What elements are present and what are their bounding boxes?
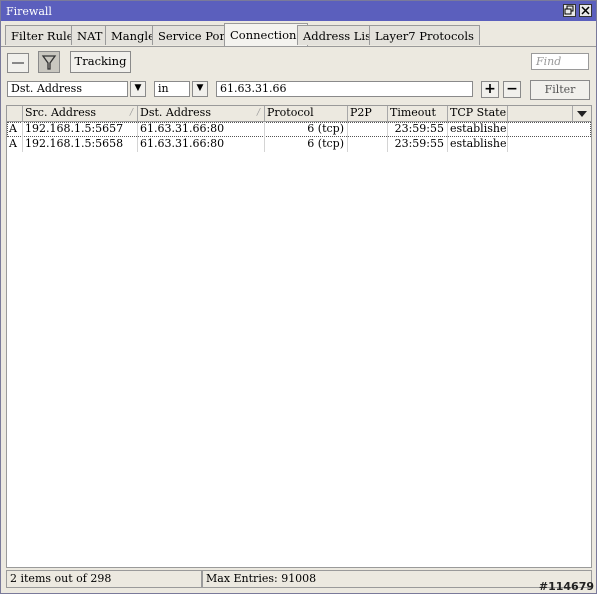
filter-button[interactable]: Filter [530, 80, 590, 100]
row-tcp-state: established [450, 137, 508, 152]
restore-button[interactable] [563, 4, 576, 17]
row-timeout: 23:59:55 [388, 122, 448, 137]
watermark-id: #114679 [538, 580, 594, 593]
chevron-down-icon: ▼ [196, 83, 204, 93]
row-src-address: 192.168.1.5:5658 [23, 137, 138, 152]
tracking-button[interactable]: Tracking [70, 51, 131, 73]
filter-operator-select[interactable]: in [154, 81, 190, 97]
toolbar: Tracking [1, 46, 596, 79]
window-title: Firewall [6, 5, 52, 18]
minimize-panel-button[interactable] [7, 53, 29, 73]
row-flag: A [7, 122, 23, 137]
column-spacer [508, 106, 573, 121]
row-tcp-state: established [450, 122, 508, 137]
item-count: 2 items out of 298 [6, 570, 202, 588]
row-protocol: 6 (tcp) [265, 137, 348, 152]
status-bar: 2 items out of 298 Max Entries: 91008 [6, 570, 592, 588]
chevron-down-icon [577, 111, 587, 117]
add-condition-button[interactable]: + [481, 81, 499, 98]
column-src-address[interactable]: Src. Address / [23, 106, 138, 121]
column-protocol[interactable]: Protocol [265, 106, 348, 121]
row-dst-address: 61.63.31.66:80 [138, 137, 265, 152]
row-protocol: 6 (tcp) [265, 122, 348, 137]
restore-icon [564, 5, 574, 15]
filter-field-dropdown[interactable]: ▼ [130, 81, 146, 97]
max-entries: Max Entries: 91008 [202, 570, 592, 588]
column-chooser-button[interactable] [573, 106, 591, 121]
column-timeout[interactable]: Timeout [388, 106, 448, 121]
row-flag: A [7, 137, 23, 152]
tab-connections[interactable]: Connections [224, 23, 309, 46]
row-src-address: 192.168.1.5:5657 [23, 122, 138, 137]
column-dst-address[interactable]: Dst. Address / [138, 106, 265, 121]
find-input[interactable]: Find [531, 53, 589, 70]
remove-condition-button[interactable]: − [503, 81, 521, 98]
filter-field-select[interactable]: Dst. Address [7, 81, 128, 97]
filter-operator-dropdown[interactable]: ▼ [192, 81, 208, 97]
firewall-window: Firewall Filter Rules NAT Mangle Service… [0, 0, 597, 594]
tab-layer7-protocols[interactable]: Layer7 Protocols [369, 25, 480, 45]
close-icon [581, 6, 590, 15]
sort-icon: / [129, 108, 133, 118]
table-row[interactable]: A 192.168.1.5:5657 61.63.31.66:80 6 (tcp… [7, 122, 591, 137]
close-button[interactable] [579, 4, 592, 17]
filter-value-input[interactable]: 61.63.31.66 [216, 81, 473, 97]
flag-column-header[interactable] [7, 106, 23, 121]
tab-nat[interactable]: NAT [71, 25, 109, 45]
row-p2p [348, 122, 388, 137]
filter-row: Dst. Address ▼ in ▼ 61.63.31.66 + − Filt… [1, 79, 596, 101]
column-p2p[interactable]: P2P [348, 106, 388, 121]
dash-icon [12, 62, 24, 64]
title-bar[interactable]: Firewall [1, 1, 596, 21]
column-tcp-state[interactable]: TCP State [448, 106, 508, 121]
connections-table: Src. Address / Dst. Address / Protocol P2P… [6, 105, 592, 568]
filter-toggle-button[interactable] [38, 51, 60, 73]
row-timeout: 23:59:55 [388, 137, 448, 152]
table-header: Src. Address / Dst. Address / Protocol P2P… [7, 106, 591, 122]
chevron-down-icon: ▼ [134, 83, 142, 93]
row-p2p [348, 137, 388, 152]
funnel-icon [41, 55, 57, 70]
sort-icon: / [256, 108, 260, 118]
table-row[interactable]: A 192.168.1.5:5658 61.63.31.66:80 6 (tcp… [7, 137, 591, 152]
row-dst-address: 61.63.31.66:80 [138, 122, 265, 137]
